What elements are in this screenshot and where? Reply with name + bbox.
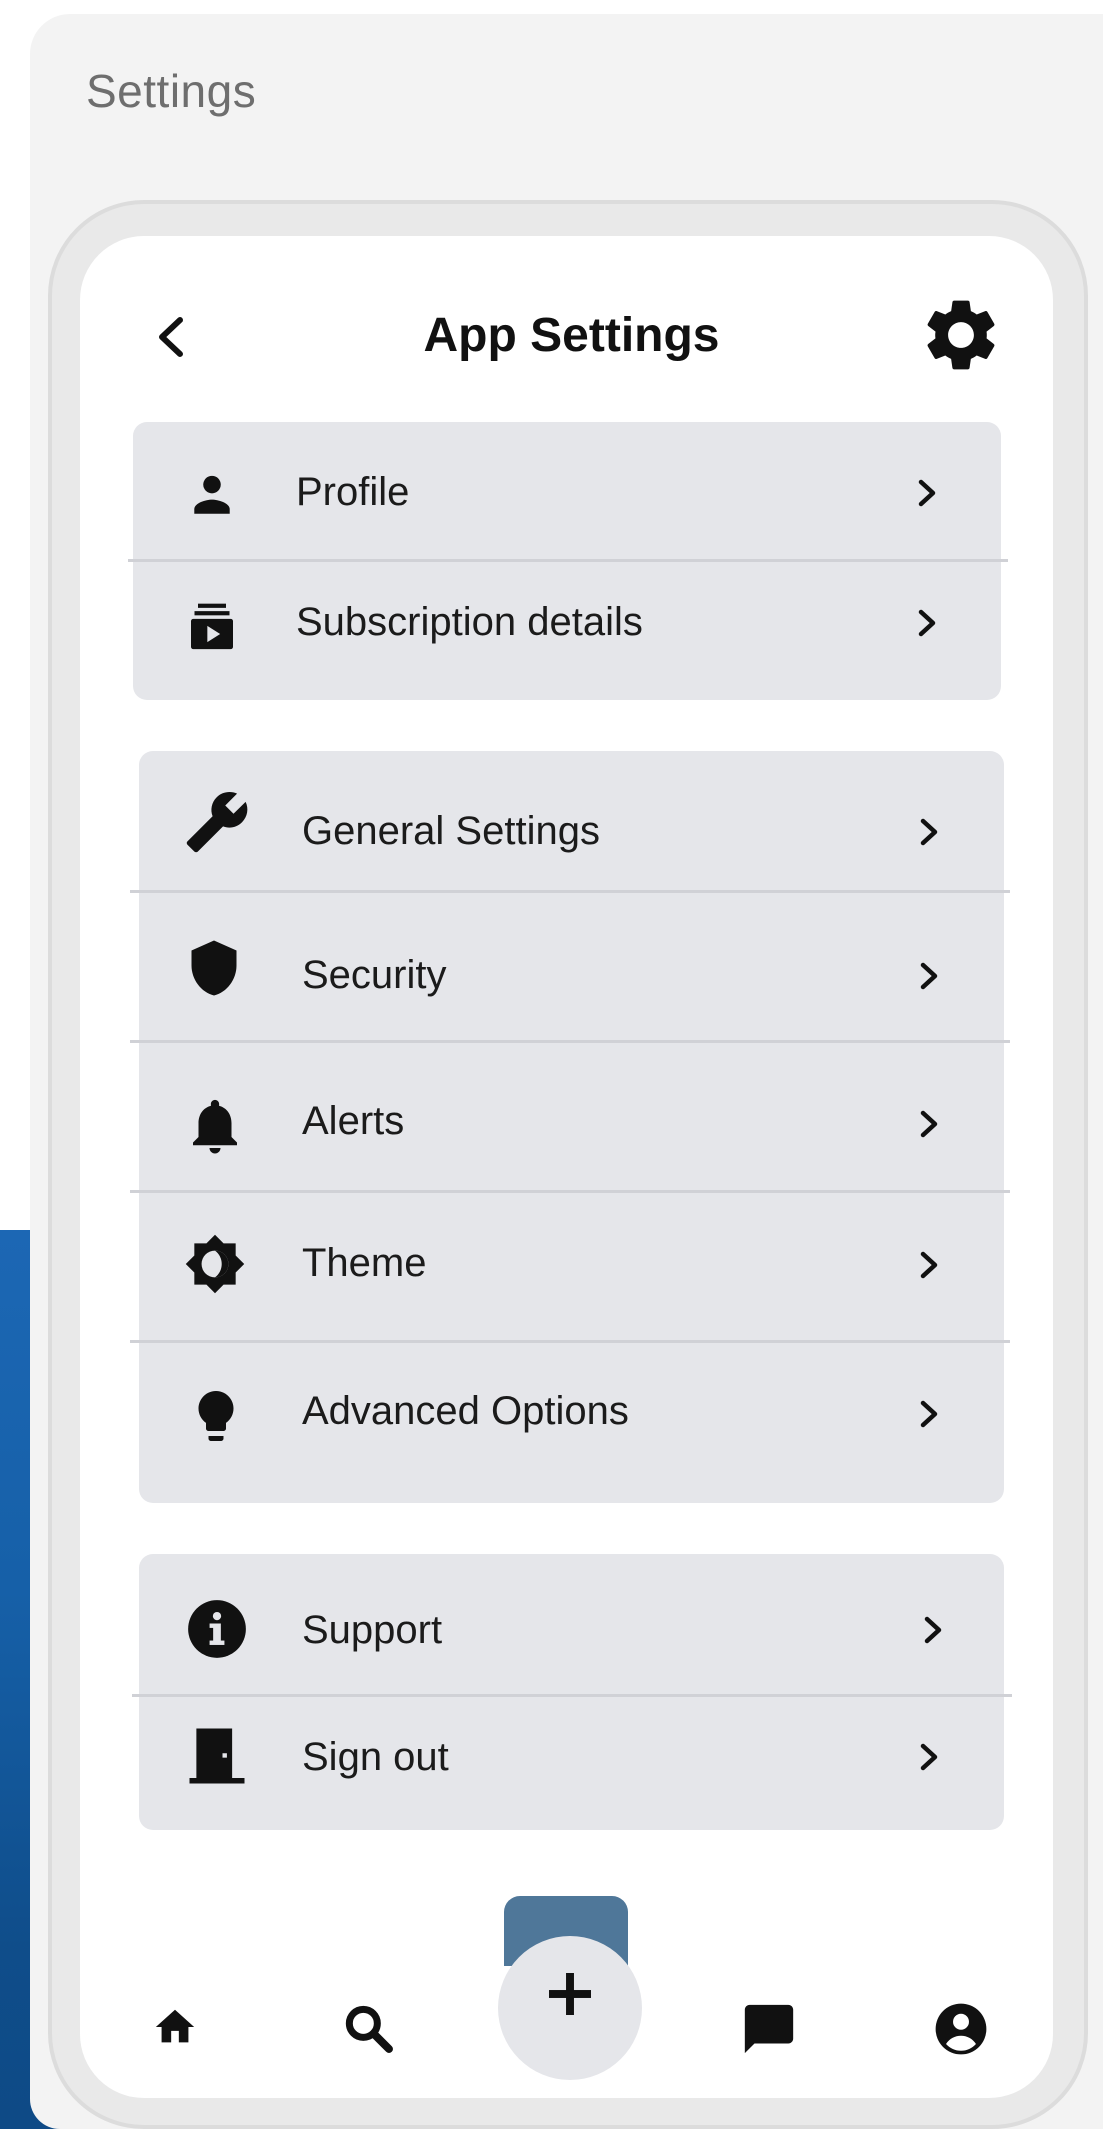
add-button[interactable]: [498, 1936, 642, 2080]
chevron-right-icon: [920, 818, 938, 846]
door-icon: [189, 1728, 245, 1784]
chevron-right-icon: [920, 1110, 938, 1138]
wrench-icon: [186, 792, 248, 853]
settings-item-label: Support: [302, 1608, 443, 1652]
nav-home[interactable]: [152, 2004, 198, 2050]
search-icon: [345, 2005, 393, 2053]
chevron-right-icon: [924, 1616, 942, 1644]
nav-chat[interactable]: [740, 2000, 798, 2058]
settings-item-alerts[interactable]: Alerts: [0, 1043, 1103, 1190]
add-icon: [549, 1973, 591, 2015]
settings-item-theme[interactable]: Theme: [0, 1193, 1103, 1340]
settings-item-label: Alerts: [302, 1099, 405, 1143]
settings-button[interactable]: [918, 292, 1004, 378]
settings-item-subscription[interactable]: Subscription details: [0, 562, 1103, 700]
chevron-right-icon: [918, 609, 936, 637]
chevron-right-icon: [920, 1743, 938, 1771]
settings-item-advanced[interactable]: Advanced Options: [0, 1343, 1103, 1503]
nav-account[interactable]: [932, 2000, 990, 2058]
settings-item-support[interactable]: Support: [0, 1554, 1103, 1694]
settings-item-label: Sign out: [302, 1735, 449, 1779]
settings-item-label: Profile: [296, 470, 410, 514]
settings-item-sign-out[interactable]: Sign out: [0, 1697, 1103, 1830]
chevron-right-icon: [920, 962, 938, 990]
gear-icon: [927, 300, 995, 370]
account-icon: [935, 2003, 987, 2055]
info-icon: [188, 1600, 246, 1658]
person-icon: [194, 475, 230, 514]
chevron-right-icon: [918, 479, 936, 507]
settings-item-label: General Settings: [302, 809, 600, 853]
shield-icon: [191, 940, 237, 996]
brightness-icon: [185, 1234, 245, 1294]
settings-item-security[interactable]: Security: [0, 893, 1103, 1040]
subscription-icon: [191, 603, 233, 650]
lightbulb-icon: [198, 1391, 234, 1441]
chevron-right-icon: [920, 1400, 938, 1428]
settings-item-label: Subscription details: [296, 600, 643, 644]
chevron-right-icon: [920, 1251, 938, 1279]
window-title: Settings: [86, 65, 257, 117]
settings-item-profile[interactable]: Profile: [0, 422, 1103, 559]
home-icon: [155, 2009, 195, 2043]
settings-item-label: Theme: [302, 1241, 427, 1285]
settings-item-general[interactable]: General Settings: [0, 751, 1103, 890]
settings-item-label: Security: [302, 953, 447, 997]
settings-item-label: Advanced Options: [302, 1389, 629, 1433]
nav-search[interactable]: [340, 2000, 396, 2056]
chat-icon: [744, 2004, 794, 2054]
bell-icon: [193, 1099, 237, 1154]
